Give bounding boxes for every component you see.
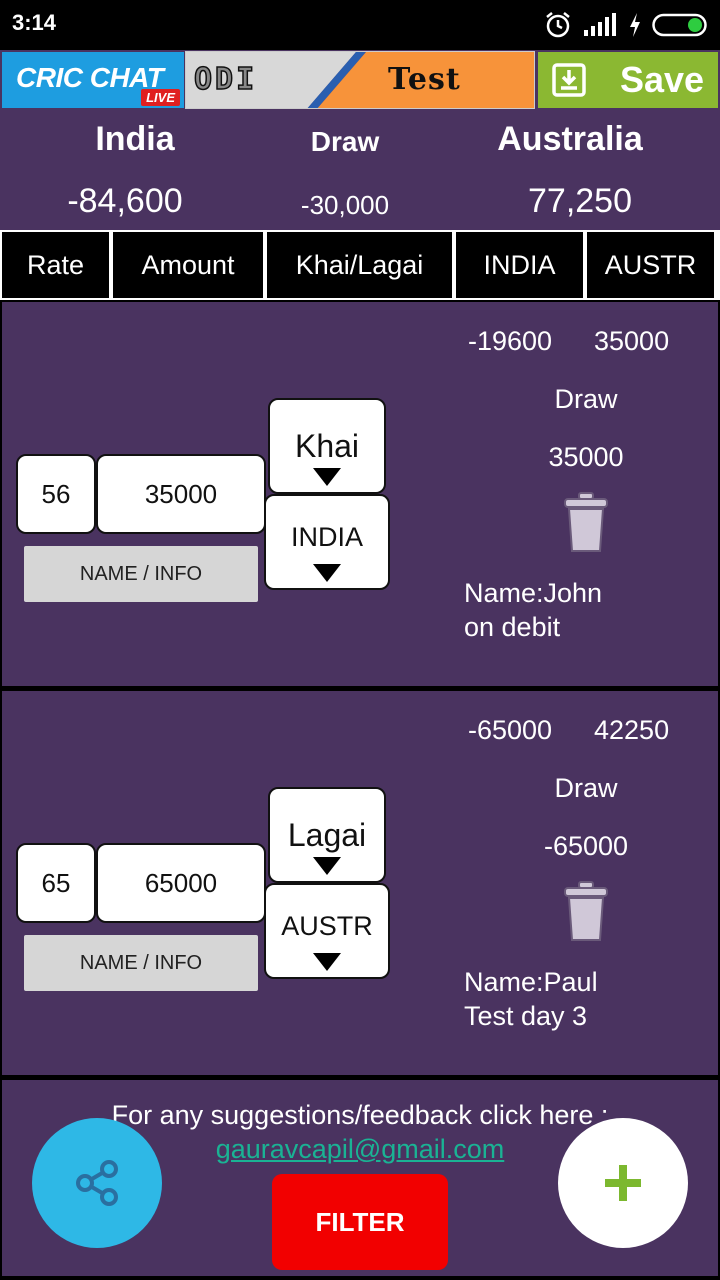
draw-value: -65000 [543,831,629,861]
draw-label: Draw [554,384,618,414]
draw-name: Draw [310,126,380,157]
column-header-austr: AUSTR [587,232,714,298]
note-line-1: Name:Paul [464,967,598,997]
khai-lagai-value: Lagai [287,817,367,853]
team2-name: Australia [497,120,643,158]
india-value: -19600 [468,326,553,356]
name-info-button[interactable]: NAME / INFO [24,935,258,991]
live-badge: LIVE [141,89,180,106]
rate-field[interactable]: 65 [16,843,96,923]
chevron-down-icon [313,468,341,486]
cric-chat-logo[interactable]: CRIC CHAT LIVE [2,52,184,108]
india-value: -65000 [468,715,553,745]
team-dropdown[interactable]: AUSTR [264,883,390,979]
draw-label: Draw [554,773,618,803]
format-toggle[interactable]: ODI Test [185,51,535,109]
note-line-2: Test day 3 [464,1001,588,1031]
filter-button[interactable]: FILTER [272,1174,448,1270]
status-icons [544,10,708,40]
alarm-icon [546,12,570,38]
share-button[interactable] [32,1118,162,1248]
add-entry-button[interactable] [558,1118,688,1248]
status-bar: 3:14 [0,0,720,50]
khai-lagai-value: Khai [294,428,360,464]
khai-lagai-dropdown[interactable]: Lagai [268,787,386,883]
plus-icon [605,1165,641,1201]
save-label: Save [620,59,705,100]
rate-field[interactable]: 56 [16,454,96,534]
name-info-button[interactable]: NAME / INFO [24,546,258,602]
chevron-down-icon [313,564,341,582]
chevron-down-icon [313,857,341,875]
save-icon [552,63,586,97]
entry-card: 65 65000 NAME / INFO Lagai AUSTR -65000 … [2,691,718,1075]
column-header-amount: Amount [113,232,263,298]
charging-icon [630,13,640,37]
team-dropdown[interactable]: INDIA [264,494,390,590]
save-button[interactable]: Save [538,52,718,108]
format-test[interactable]: Test [388,62,461,97]
summary-panel: India Draw Australia -84,600 -30,000 77,… [0,110,720,230]
share-icon [76,1160,118,1206]
draw-total: -30,000 [300,190,390,220]
amount-field[interactable]: 35000 [96,454,266,534]
note-line-1: Name:John [464,578,603,608]
trash-icon[interactable] [562,492,610,554]
column-header-row: Rate Amount Khai/Lagai INDIA AUSTR [0,230,720,300]
battery-icon [652,13,707,37]
team1-total: -84,600 [67,182,183,220]
status-time: 3:14 [12,10,57,35]
entry-card: 56 35000 NAME / INFO Khai INDIA -19600 3… [2,302,718,686]
column-header-india: INDIA [456,232,583,298]
draw-value: 35000 [548,442,624,472]
trash-icon[interactable] [562,881,610,943]
signal-icon [584,13,616,36]
amount-field[interactable]: 65000 [96,843,266,923]
austr-value: 35000 [594,326,670,356]
team1-name: India [95,120,175,158]
team-value: AUSTR [281,911,373,941]
austr-value: 42250 [594,715,670,745]
column-header-rate: Rate [2,232,109,298]
khai-lagai-dropdown[interactable]: Khai [268,398,386,494]
note-line-2: on debit [464,612,561,642]
chevron-down-icon [313,953,341,971]
format-odi[interactable]: ODI [193,61,257,98]
team-value: INDIA [290,522,363,552]
column-header-khai-lagai: Khai/Lagai [267,232,452,298]
team2-total: 77,250 [528,182,632,220]
